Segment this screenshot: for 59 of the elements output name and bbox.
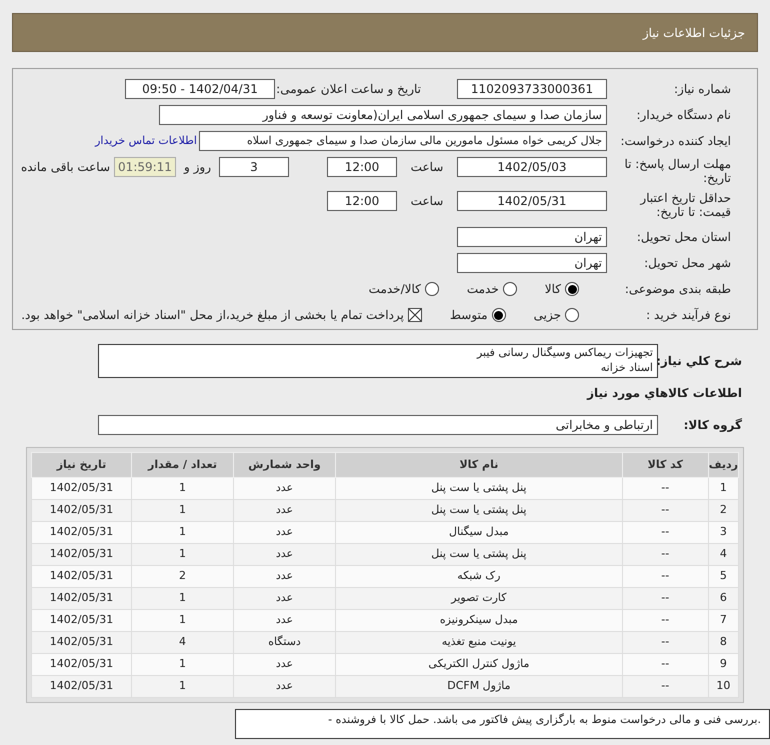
description-line: تجهیزات ریماکس وسیگنال رسانی فیبر bbox=[476, 345, 653, 360]
column-header: تاریخ نیاز bbox=[32, 452, 132, 478]
text-field[interactable]: جلال کریمی خواه مسئول مامورین مالی سازمان صدا و سیمای جمهوری اسلاه bbox=[199, 131, 607, 151]
section-label: گروه کالا: bbox=[682, 417, 742, 434]
field-label: طبقه بندی موضوعی: bbox=[624, 282, 731, 296]
field-label: شهر محل تحویل: bbox=[643, 256, 731, 270]
checkbox[interactable] bbox=[408, 308, 422, 322]
column-header: ردیف bbox=[708, 452, 738, 478]
radio-button[interactable] bbox=[492, 308, 506, 322]
field-label: ساعت باقی مانده bbox=[20, 159, 111, 176]
radio-label: جزیی bbox=[534, 307, 561, 324]
text-field[interactable]: 12:00 bbox=[327, 157, 397, 177]
header-title: جزئیات اطلاعات نیاز bbox=[642, 24, 745, 42]
field-label: روز و bbox=[182, 159, 212, 176]
table-cell: 10 bbox=[708, 676, 738, 698]
radio-button[interactable] bbox=[565, 282, 579, 296]
text-field[interactable]: 1402/05/31 bbox=[457, 191, 607, 211]
text-field[interactable]: 1402/05/03 bbox=[457, 157, 607, 177]
text-field[interactable]: تهران bbox=[457, 253, 607, 273]
radio-button[interactable] bbox=[424, 282, 439, 296]
text-field[interactable]: تهران bbox=[457, 227, 607, 247]
countdown-field: 01:59:11 bbox=[114, 157, 176, 177]
column-header: نام کالا bbox=[336, 452, 622, 478]
note-text: .بررسی فنی و مالی درخواست منوط به بارگزاری پیش فاکتور می باشد. حمل کالا با فروشنده - bbox=[328, 713, 761, 726]
text-field[interactable]: سازمان صدا و سیمای جمهوری اسلامی ایران(معاونت توسعه و فناور bbox=[159, 105, 607, 125]
table-cell: 1 bbox=[132, 676, 234, 698]
radio-label: کالا/خدمت bbox=[368, 281, 421, 298]
field-label: ساعت bbox=[410, 159, 444, 176]
column-header: تعداد / مقدار bbox=[132, 452, 234, 478]
text-field[interactable]: 1402/04/31 - 09:50 bbox=[125, 79, 275, 99]
radio-label: کالا bbox=[544, 281, 561, 298]
radio-label: خدمت bbox=[466, 281, 499, 298]
field-label: نام دستگاه خریدار: bbox=[636, 108, 731, 122]
column-header: کد کالا bbox=[622, 452, 708, 478]
text-field[interactable]: 1102093733000361 bbox=[457, 79, 607, 99]
table-cell: عدد bbox=[234, 676, 336, 698]
field-label: حداقل تاریخ اعتبار قیمت: تا تاریخ: bbox=[638, 191, 731, 219]
field-label: مهلت ارسال پاسخ: تا تاریخ: bbox=[623, 157, 731, 185]
column-header: واحد شمارش bbox=[234, 452, 336, 478]
text-field[interactable]: 12:00 bbox=[327, 191, 397, 211]
radio-button[interactable] bbox=[565, 308, 579, 322]
table-cell: ماژول DCFM bbox=[336, 676, 622, 698]
text-field[interactable]: ارتباطی و مخابراتی bbox=[98, 415, 658, 435]
field-label: استان محل تحویل: bbox=[636, 230, 731, 244]
field-label: ساعت bbox=[410, 193, 444, 210]
section-label: شرح کلي نیاز: bbox=[658, 353, 742, 370]
section-title: اطلاعات کالاهاي مورد نیاز bbox=[587, 386, 742, 400]
checkbox-label: پرداخت تمام یا بخشی از مبلغ خرید،از محل "اسناد خزانه اسلامی" خواهد بود. bbox=[21, 307, 404, 324]
buyer-contact-link[interactable]: اطلاعات تماس خریدار bbox=[95, 132, 197, 150]
radio-label: متوسط bbox=[450, 307, 488, 324]
radio-button[interactable] bbox=[502, 282, 517, 296]
field-label: شماره نیاز: bbox=[673, 82, 731, 96]
text-field[interactable]: 3 bbox=[219, 157, 289, 177]
field-label: ایجاد کننده درخواست: bbox=[619, 134, 731, 148]
field-label: نوع فرآیند خرید : bbox=[645, 308, 731, 322]
description-line: اسناد خزانه bbox=[600, 360, 653, 375]
table-cell: -- bbox=[622, 676, 708, 698]
field-label: تاریخ و ساعت اعلان عمومی: bbox=[275, 82, 422, 96]
table-cell: 1402/05/31 bbox=[32, 676, 132, 698]
